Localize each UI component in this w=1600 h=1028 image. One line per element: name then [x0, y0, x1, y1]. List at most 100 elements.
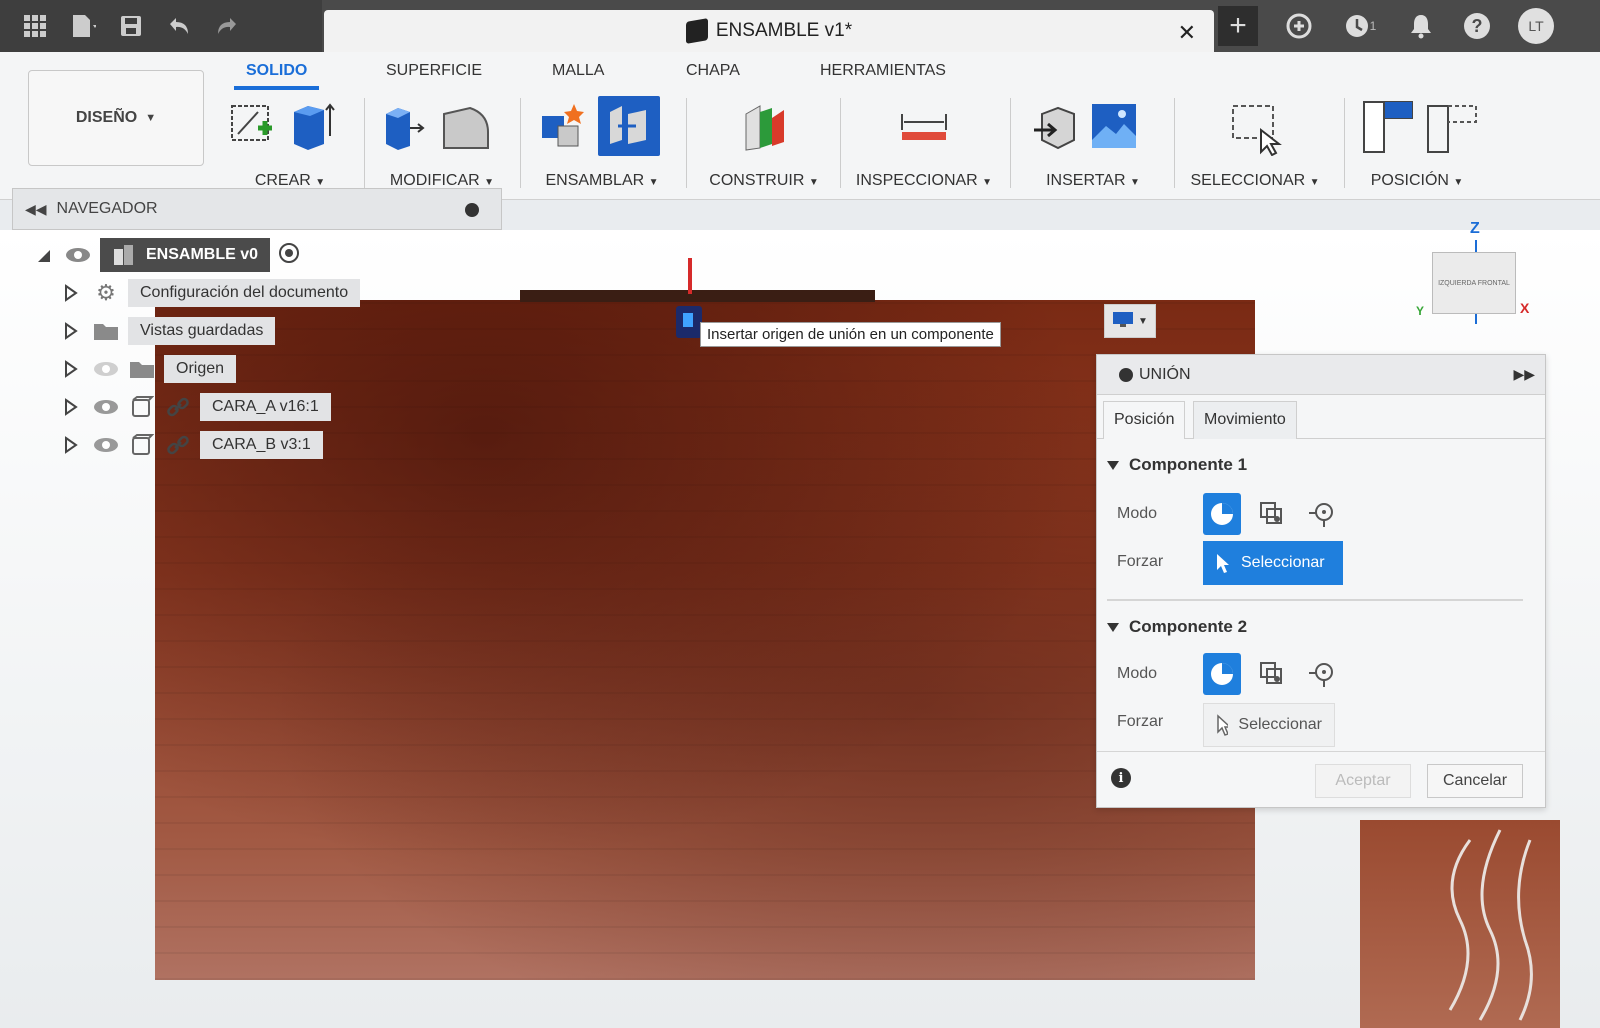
activate-radio-icon[interactable]: [278, 242, 300, 269]
expand-triangle-icon[interactable]: [64, 322, 78, 340]
browser-header[interactable]: ◀◀ NAVEGADOR: [12, 188, 502, 230]
view-cube-face[interactable]: IZQUIERDA FRONTAL: [1432, 252, 1516, 314]
insert-canvas-icon[interactable]: [1090, 100, 1138, 152]
two-edge-intersection-icon[interactable]: [1303, 493, 1341, 535]
chevron-down-icon: ▼: [145, 112, 157, 124]
close-tab-icon[interactable]: ✕: [1178, 20, 1196, 46]
visibility-eye-icon[interactable]: [64, 241, 92, 269]
tree-item-origin[interactable]: Origen: [64, 350, 410, 388]
tab-movimiento[interactable]: Movimiento: [1193, 401, 1297, 439]
toolbar-divider: [1010, 98, 1011, 188]
group-construir[interactable]: CONSTRUIR ▼: [696, 96, 832, 196]
simple-mode-icon[interactable]: [1203, 493, 1241, 535]
joint-origin-marker[interactable]: [676, 306, 702, 338]
capture-position-icon[interactable]: [1362, 100, 1413, 153]
tree-item-saved-views[interactable]: Vistas guardadas: [64, 312, 410, 350]
tab-chapa[interactable]: CHAPA: [686, 62, 740, 80]
help-icon[interactable]: ?: [1462, 11, 1492, 41]
simple-mode-icon[interactable]: [1203, 653, 1241, 695]
document-tab[interactable]: ENSAMBLE v1* ✕: [324, 10, 1214, 52]
revert-position-icon[interactable]: [1426, 100, 1477, 153]
tree-item-cara-b[interactable]: CARA_B v3:1: [64, 426, 410, 464]
browser-title: NAVEGADOR: [56, 200, 158, 217]
expand-dialog-icon[interactable]: ▶▶: [1513, 366, 1535, 383]
file-menu-icon[interactable]: [70, 13, 96, 39]
joint-axis-red: [688, 258, 692, 294]
cursor-icon: [1217, 714, 1229, 736]
new-component-icon[interactable]: [538, 100, 586, 152]
expand-triangle-icon[interactable]: [64, 360, 78, 378]
press-pull-icon[interactable]: [380, 100, 428, 152]
tab-superficie[interactable]: SUPERFICIE: [386, 62, 482, 80]
group-ensamblar[interactable]: ENSAMBLAR ▼: [528, 96, 676, 196]
tab-solido[interactable]: SOLIDO: [233, 62, 320, 90]
collapse-caret-icon: [1107, 622, 1119, 632]
tree-item-settings[interactable]: ⚙ Configuración del documento: [64, 274, 410, 312]
insert-derive-icon[interactable]: [1030, 100, 1078, 152]
extrude-icon[interactable]: [288, 100, 336, 152]
minimize-dot-icon[interactable]: [1119, 367, 1133, 382]
component1-select-button[interactable]: Seleccionar: [1203, 541, 1343, 585]
window-select-icon[interactable]: [1227, 100, 1283, 157]
fillet-icon[interactable]: [440, 100, 489, 152]
between-two-faces-icon[interactable]: [1253, 493, 1291, 535]
view-cube[interactable]: Z IZQUIERDA FRONTAL X Y: [1416, 218, 1536, 328]
tree-item-cara-a[interactable]: CARA_A v16:1: [64, 388, 410, 426]
notifications-bell-icon[interactable]: [1406, 11, 1436, 41]
cursor-icon: [1217, 554, 1229, 573]
component2-mode-label: Modo: [1117, 665, 1158, 682]
user-avatar[interactable]: LT: [1518, 8, 1554, 44]
visibility-eye-icon[interactable]: [92, 431, 120, 459]
component2-select-button[interactable]: Seleccionar: [1203, 703, 1335, 747]
cancel-button[interactable]: Cancelar: [1427, 764, 1523, 798]
redo-icon[interactable]: [214, 13, 240, 39]
toolbar-divider: [840, 98, 841, 188]
workspace-switcher[interactable]: DISEÑO ▼: [28, 70, 204, 166]
ok-button[interactable]: Aceptar: [1315, 764, 1411, 798]
group-inspeccionar[interactable]: INSPECCIONAR ▼: [848, 96, 1000, 196]
joint-dialog-footer: i Aceptar Cancelar: [1097, 751, 1545, 807]
collapse-browser-icon[interactable]: ◀◀: [25, 201, 47, 218]
group-label-construir: CONSTRUIR: [709, 172, 805, 189]
visibility-eye-icon[interactable]: [92, 393, 120, 421]
measure-icon[interactable]: [896, 100, 952, 152]
browser-pin-icon[interactable]: [465, 203, 479, 217]
expand-triangle-icon[interactable]: [64, 436, 78, 454]
tree-root[interactable]: ENSAMBLE v0: [36, 236, 410, 274]
create-sketch-icon[interactable]: [228, 100, 276, 152]
collapse-triangle-icon[interactable]: [36, 246, 50, 264]
save-icon[interactable]: [118, 13, 144, 39]
group-modificar[interactable]: MODIFICAR ▼: [372, 96, 512, 196]
component2-mode-group: [1203, 653, 1341, 695]
joint-dialog-header[interactable]: UNIÓN ▶▶: [1097, 355, 1545, 395]
group-posicion[interactable]: POSICIÓN ▼: [1352, 96, 1482, 196]
joint-dialog-title: UNIÓN: [1139, 365, 1191, 383]
group-label-ensamblar: ENSAMBLAR: [545, 172, 645, 189]
new-tab-button[interactable]: +: [1218, 6, 1258, 46]
tab-posicion[interactable]: Posición: [1103, 401, 1186, 439]
display-settings-button[interactable]: ▼: [1104, 304, 1156, 338]
quick-access-bar: [0, 0, 322, 52]
between-two-faces-icon[interactable]: [1253, 653, 1291, 695]
construction-plane-icon[interactable]: [736, 100, 792, 152]
grid-menu-icon[interactable]: [22, 13, 48, 39]
hidden-eye-icon[interactable]: [92, 355, 120, 383]
group-seleccionar[interactable]: SELECCIONAR ▼: [1180, 96, 1330, 196]
component1-header[interactable]: Componente 1: [1107, 455, 1247, 475]
two-edge-intersection-icon[interactable]: [1303, 653, 1341, 695]
job-status-icon[interactable]: 1: [1340, 11, 1380, 41]
component2-header[interactable]: Componente 2: [1107, 617, 1247, 637]
group-crear[interactable]: CREAR ▼: [222, 96, 358, 196]
monitor-icon: [1112, 311, 1134, 332]
extensions-icon[interactable]: [1284, 11, 1314, 41]
expand-triangle-icon[interactable]: [64, 398, 78, 416]
info-icon[interactable]: i: [1111, 768, 1131, 788]
group-insertar[interactable]: INSERTAR ▼: [1018, 96, 1168, 196]
tab-malla[interactable]: MALLA: [552, 62, 604, 80]
wood-panel-secondary[interactable]: [1360, 820, 1560, 1028]
undo-icon[interactable]: [166, 13, 192, 39]
tab-herramientas[interactable]: HERRAMIENTAS: [820, 62, 946, 80]
expand-triangle-icon[interactable]: [64, 284, 78, 302]
joint-icon[interactable]: [598, 96, 660, 156]
component1-mode-group: [1203, 493, 1341, 535]
